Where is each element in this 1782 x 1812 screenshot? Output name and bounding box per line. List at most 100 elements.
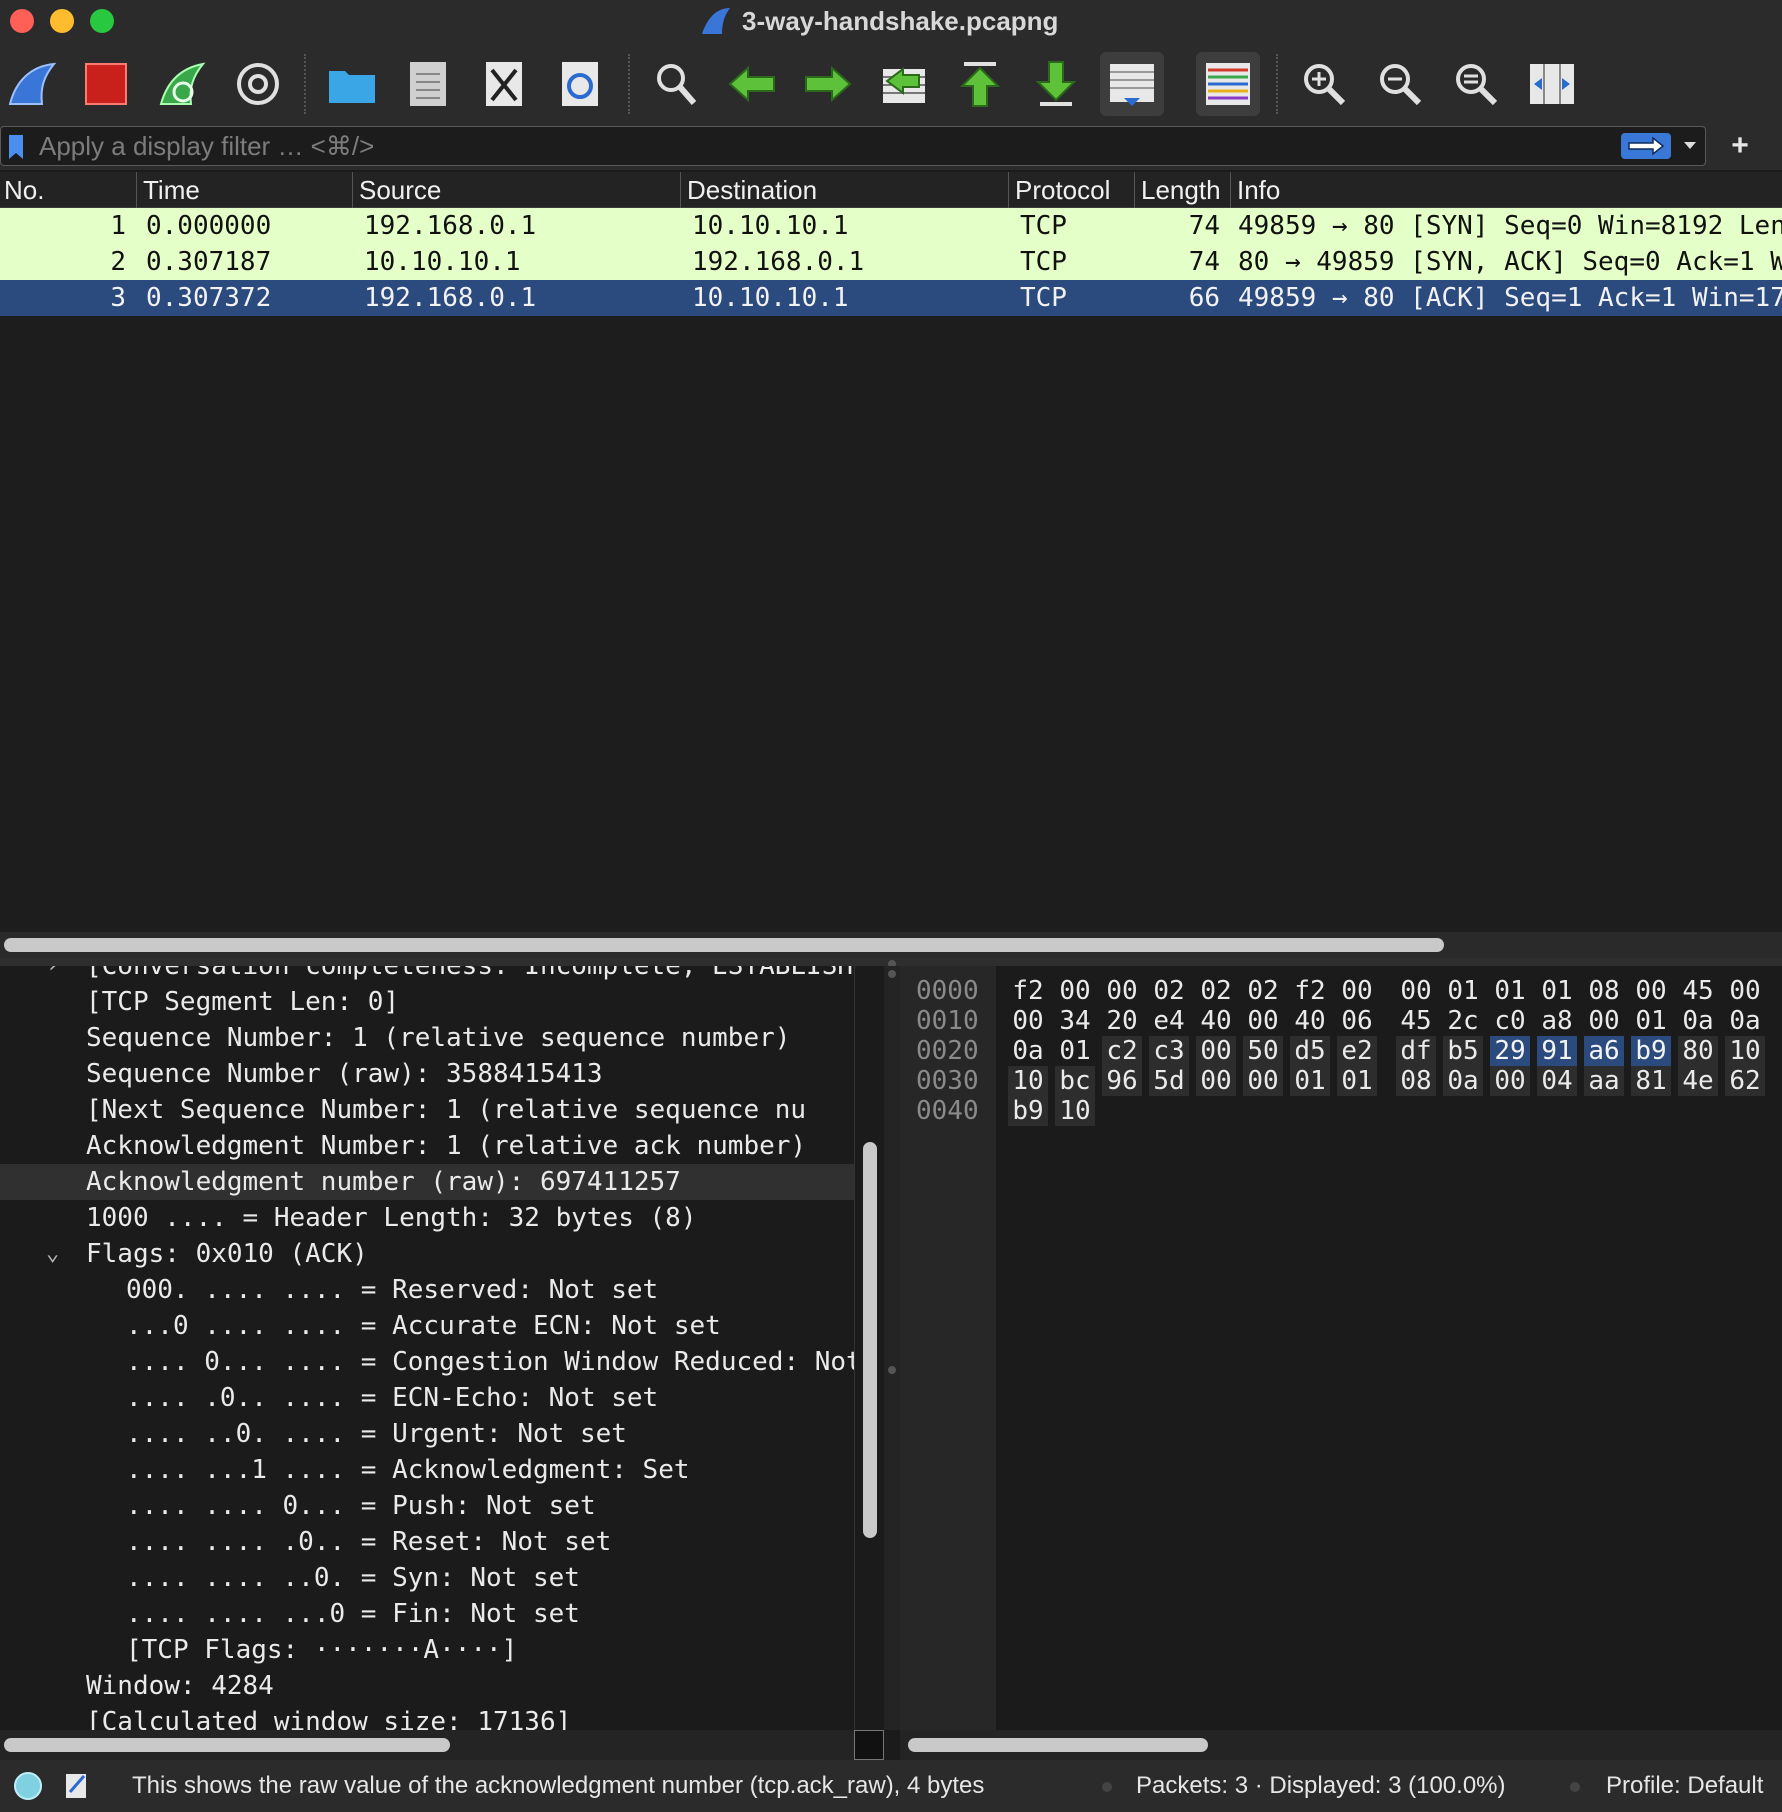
hex-byte[interactable]: 00 xyxy=(1631,976,1671,1006)
hex-byte[interactable]: 81 xyxy=(1631,1066,1671,1096)
hex-byte[interactable]: 01 xyxy=(1337,1066,1377,1096)
open-file-button[interactable] xyxy=(320,52,384,116)
detail-line[interactable]: [Next Sequence Number: 1 (relative seque… xyxy=(0,1092,854,1128)
column-header-protocol[interactable]: Protocol xyxy=(1008,172,1134,208)
column-header-time[interactable]: Time xyxy=(136,172,352,208)
hex-byte[interactable]: 0a xyxy=(1725,1006,1765,1036)
hex-byte[interactable]: 20 xyxy=(1102,1006,1142,1036)
hex-byte[interactable]: a8 xyxy=(1537,1006,1577,1036)
add-filter-button-button[interactable]: + xyxy=(1722,126,1758,166)
hex-byte[interactable]: 29 xyxy=(1490,1036,1530,1066)
detail-line[interactable]: .... .... ...0 = Fin: Not set xyxy=(0,1596,854,1632)
hex-byte[interactable]: 08 xyxy=(1584,976,1624,1006)
hex-byte[interactable]: 01 xyxy=(1055,1036,1095,1066)
hex-byte[interactable]: 0a xyxy=(1443,1066,1483,1096)
detail-line[interactable]: .... ..0. .... = Urgent: Not set xyxy=(0,1416,854,1452)
detail-line[interactable]: .... .... 0... = Push: Not set xyxy=(0,1488,854,1524)
detail-line[interactable]: ...0 .... .... = Accurate ECN: Not set xyxy=(0,1308,854,1344)
detail-line[interactable]: .... .0.. .... = ECN-Echo: Not set xyxy=(0,1380,854,1416)
packet-list-horizontal-scrollbar[interactable] xyxy=(0,932,1782,958)
hex-byte[interactable]: bc xyxy=(1055,1066,1095,1096)
scrollbar-thumb[interactable] xyxy=(4,938,1444,952)
bytes-horizontal-scrollbar[interactable] xyxy=(900,1730,1782,1760)
apply-filter-button[interactable] xyxy=(1621,133,1671,159)
hex-byte[interactable]: 00 xyxy=(1490,1066,1530,1096)
hex-byte[interactable]: 0a xyxy=(1678,1006,1718,1036)
start-capture-button[interactable] xyxy=(0,52,64,116)
hex-byte[interactable]: 34 xyxy=(1055,1006,1095,1036)
hex-byte[interactable]: f2 xyxy=(1290,976,1330,1006)
hex-byte[interactable]: 10 xyxy=(1725,1036,1765,1066)
column-header-length[interactable]: Length xyxy=(1134,172,1230,208)
hex-byte[interactable]: 01 xyxy=(1490,976,1530,1006)
column-header-info[interactable]: Info xyxy=(1230,172,1782,208)
hex-byte[interactable]: 00 xyxy=(1196,1066,1236,1096)
normal-size-button[interactable] xyxy=(1444,52,1508,116)
hex-byte[interactable]: 80 xyxy=(1678,1036,1718,1066)
detail-line[interactable]: Window: 4284 xyxy=(0,1668,854,1704)
detail-line[interactable]: [TCP Segment Len: 0] xyxy=(0,984,854,1020)
go-to-packet-button[interactable] xyxy=(872,52,936,116)
zoom-out-button[interactable] xyxy=(1368,52,1432,116)
detail-line[interactable]: .... ...1 .... = Acknowledgment: Set xyxy=(0,1452,854,1488)
hex-byte[interactable]: c0 xyxy=(1490,1006,1530,1036)
hex-byte[interactable]: c2 xyxy=(1102,1036,1142,1066)
hex-byte[interactable]: e4 xyxy=(1149,1006,1189,1036)
hex-byte[interactable]: 00 xyxy=(1725,976,1765,1006)
hex-byte[interactable]: 0a xyxy=(1008,1036,1048,1066)
restart-capture-button[interactable] xyxy=(150,52,214,116)
capture-options-button[interactable] xyxy=(226,52,290,116)
hex-byte[interactable]: 04 xyxy=(1537,1066,1577,1096)
details-horizontal-scrollbar[interactable] xyxy=(0,1730,854,1760)
close-file-button[interactable] xyxy=(472,52,536,116)
splitter-handle[interactable] xyxy=(888,970,896,978)
hex-byte[interactable]: 2c xyxy=(1443,1006,1483,1036)
hex-byte[interactable]: 01 xyxy=(1631,1006,1671,1036)
detail-line[interactable]: Acknowledgment Number: 1 (relative ack n… xyxy=(0,1128,854,1164)
save-file-button[interactable] xyxy=(396,52,460,116)
detail-line-selected[interactable]: Acknowledgment number (raw): 697411257 xyxy=(0,1164,854,1200)
filter-history-dropdown[interactable] xyxy=(1679,135,1701,157)
hex-byte[interactable]: a6 xyxy=(1584,1036,1624,1066)
detail-line[interactable]: Sequence Number (raw): 3588415413 xyxy=(0,1056,854,1092)
hex-byte[interactable]: 00 xyxy=(1243,1006,1283,1036)
packet-row-selected[interactable]: 3 0.307372 192.168.0.1 10.10.10.1 TCP 66… xyxy=(0,280,1782,316)
column-header-no[interactable]: No. xyxy=(0,172,136,208)
hex-byte[interactable]: 00 xyxy=(1584,1006,1624,1036)
reload-file-button[interactable] xyxy=(548,52,612,116)
detail-line[interactable]: [TCP Flags: ·······A····] xyxy=(0,1632,854,1668)
hex-byte[interactable]: 40 xyxy=(1290,1006,1330,1036)
profile-label[interactable]: Profile: Default xyxy=(1606,1760,1763,1812)
detail-line[interactable]: 000. .... .... = Reserved: Not set xyxy=(0,1272,854,1308)
hex-byte[interactable]: 00 xyxy=(1008,1006,1048,1036)
go-last-packet-button[interactable] xyxy=(1024,52,1088,116)
hex-byte[interactable]: 01 xyxy=(1290,1066,1330,1096)
scrollbar-thumb[interactable] xyxy=(863,1142,877,1538)
detail-line[interactable]: Sequence Number: 1 (relative sequence nu… xyxy=(0,1020,854,1056)
zoom-window-button[interactable] xyxy=(90,9,114,33)
hex-byte[interactable]: aa xyxy=(1584,1066,1624,1096)
find-packet-button[interactable] xyxy=(644,52,708,116)
go-back-button[interactable] xyxy=(720,52,784,116)
details-bytes-splitter[interactable] xyxy=(884,966,900,1730)
splitter-handle[interactable] xyxy=(888,1366,896,1374)
hex-byte[interactable]: 00 xyxy=(1396,976,1436,1006)
hex-byte[interactable]: 02 xyxy=(1243,976,1283,1006)
hex-byte[interactable]: df xyxy=(1396,1036,1436,1066)
go-first-packet-button[interactable] xyxy=(948,52,1012,116)
packet-row[interactable]: 1 0.000000 192.168.0.1 10.10.10.1 TCP 74… xyxy=(0,208,1782,244)
detail-line[interactable]: › [Conversation completeness: Incomplete,… xyxy=(0,966,854,984)
display-filter-input[interactable] xyxy=(39,130,1599,162)
zoom-in-button[interactable] xyxy=(1292,52,1356,116)
hex-byte[interactable]: b9 xyxy=(1631,1036,1671,1066)
scrollbar-thumb[interactable] xyxy=(908,1738,1208,1752)
hex-byte[interactable]: 02 xyxy=(1149,976,1189,1006)
stop-capture-button[interactable] xyxy=(74,52,138,116)
capture-comment-icon[interactable] xyxy=(64,1770,90,1800)
details-vertical-scrollbar[interactable] xyxy=(854,966,884,1730)
hex-byte[interactable]: 45 xyxy=(1396,1006,1436,1036)
hex-byte[interactable]: 01 xyxy=(1537,976,1577,1006)
detail-line[interactable]: .... 0... .... = Congestion Window Reduc… xyxy=(0,1344,854,1380)
hex-byte[interactable]: 40 xyxy=(1196,1006,1236,1036)
scrollbar-thumb[interactable] xyxy=(4,1738,450,1752)
